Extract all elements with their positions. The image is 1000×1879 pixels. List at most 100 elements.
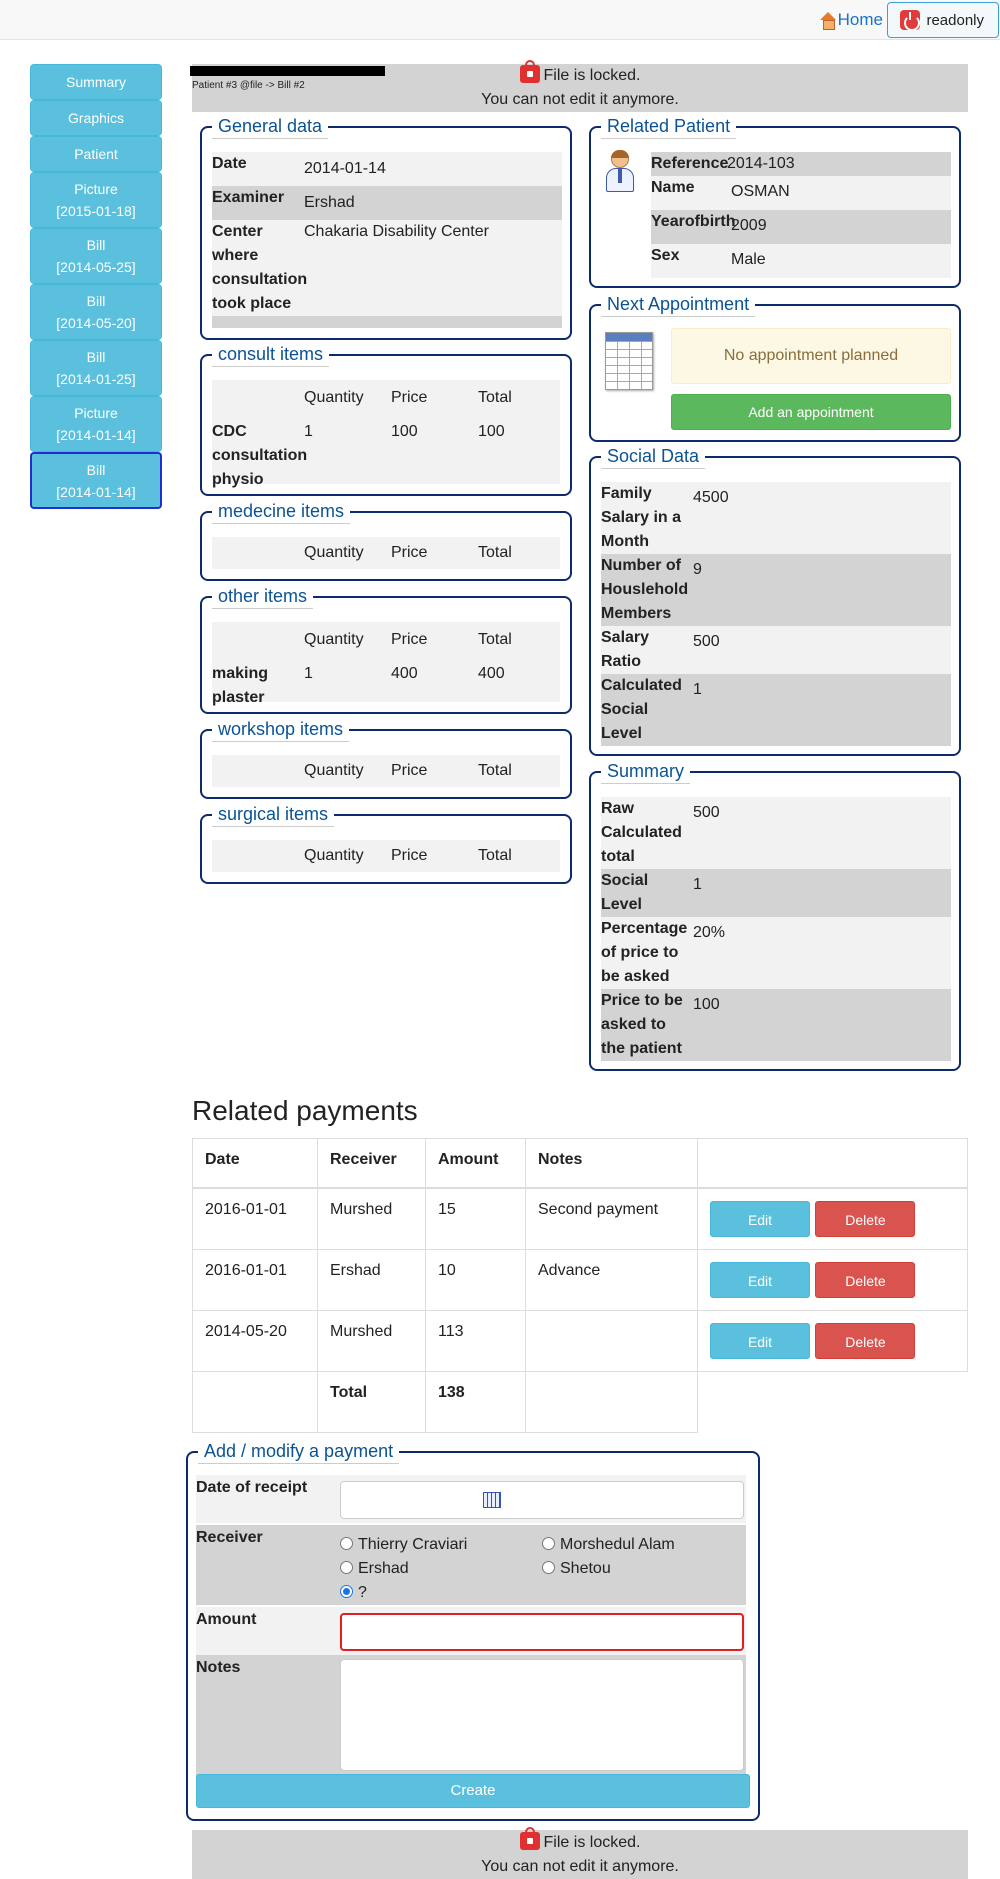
consult-items-table: Quantity Price Total CDC consultation phys… xyxy=(212,380,560,488)
receiver-label: Receiver xyxy=(196,1529,263,1546)
radio-button[interactable] xyxy=(340,1537,353,1550)
radio-button[interactable] xyxy=(340,1561,353,1574)
nav-label: Picture xyxy=(74,405,118,421)
social-row: Family Salary in a Month 4500 xyxy=(601,482,951,554)
items-header: Quantity Price Total xyxy=(212,622,560,652)
radio-button[interactable] xyxy=(542,1537,555,1550)
summary-label: Raw Calculated total xyxy=(601,800,682,865)
receiver-option-morshedul[interactable]: Morshedul Alam xyxy=(542,1533,744,1557)
edit-button[interactable]: Edit xyxy=(710,1261,810,1298)
price-header: Price xyxy=(391,762,428,779)
nav-bill-2014-05-25[interactable]: Bill [2014-05-25] xyxy=(30,228,162,284)
receiver-option-unknown[interactable]: ? xyxy=(340,1581,542,1605)
name-label: Name xyxy=(651,179,695,196)
locked-banner-bottom: File is locked. You can not edit it anym… xyxy=(192,1827,968,1879)
center-label: Center where consultation took place xyxy=(212,223,308,312)
delete-button[interactable]: Delete xyxy=(815,1200,916,1237)
edit-button[interactable]: Edit xyxy=(710,1200,810,1237)
notes-textarea[interactable] xyxy=(340,1659,744,1771)
items-header: Quantity Price Total xyxy=(212,537,560,565)
sex-value: Male xyxy=(731,251,766,268)
yearofbirth-label: Yearofbirth xyxy=(651,213,736,230)
no-appointment-alert: No appointment planned xyxy=(671,328,951,384)
nav-picture-2015-01-18[interactable]: Picture [2015-01-18] xyxy=(30,172,162,228)
summary-title: Summary xyxy=(601,759,691,784)
nav-label: Patient xyxy=(74,146,118,162)
price-header: Price xyxy=(391,389,428,406)
social-data-title: Social Data xyxy=(601,444,706,469)
delete-button[interactable]: Delete xyxy=(815,1261,916,1298)
nav-date: [2014-05-20] xyxy=(56,315,136,331)
nav-summary[interactable]: Summary xyxy=(30,64,162,100)
home-link[interactable]: Home xyxy=(819,10,883,30)
surgical-items-panel: surgical items Quantity Price Total xyxy=(200,802,572,884)
total-empty-cell xyxy=(525,1370,698,1433)
nav-bill-2014-01-14[interactable]: Bill [2014-01-14] xyxy=(30,452,162,509)
summary-row: Price to be asked to the patient 100 xyxy=(601,989,951,1061)
create-button[interactable]: Create xyxy=(196,1774,750,1808)
date-of-receipt-input[interactable] xyxy=(340,1481,744,1519)
related-payments-title: Related payments xyxy=(192,1095,418,1126)
social-label: Calculated Social Level xyxy=(601,677,682,742)
receiver-option-thierry[interactable]: Thierry Craviari xyxy=(340,1533,542,1557)
nav-date: [2014-01-14] xyxy=(56,427,136,443)
general-data-panel: General data Date 2014-01-14 Examiner Er… xyxy=(200,114,572,340)
add-payment-title: Add / modify a payment xyxy=(198,1439,400,1464)
nav-label: Bill xyxy=(86,293,106,309)
delete-button[interactable]: Delete xyxy=(815,1322,916,1359)
calendar-icon[interactable] xyxy=(483,1492,501,1508)
locked-message: You can not edit it anymore. xyxy=(481,91,679,108)
social-row: Calculated Social Level 1 xyxy=(601,674,951,746)
other-items-title: other items xyxy=(212,584,314,609)
medecine-items-table: Quantity Price Total xyxy=(212,537,560,569)
payment-date: 2014-05-20 xyxy=(192,1309,318,1372)
quantity-header: Quantity xyxy=(304,847,364,864)
other-item-row: making plaster 1 400 400 xyxy=(212,652,560,710)
payment-actions: Edit Delete xyxy=(697,1248,968,1311)
quantity-header: Quantity xyxy=(304,631,364,648)
total-empty-cell xyxy=(192,1370,318,1433)
receiver-option-shetou[interactable]: Shetou xyxy=(542,1557,744,1581)
summary-row: Social Level 1 xyxy=(601,869,951,917)
nav-picture-2014-01-14[interactable]: Picture [2014-01-14] xyxy=(30,396,162,452)
social-value: 1 xyxy=(693,681,702,698)
radio-button-checked[interactable] xyxy=(340,1585,353,1598)
receiver-option-ershad[interactable]: Ershad xyxy=(340,1557,542,1581)
amount-label: Amount xyxy=(196,1611,257,1628)
total-header: Total xyxy=(478,847,512,864)
readonly-button[interactable]: readonly xyxy=(887,2,999,38)
examiner-value: Ershad xyxy=(304,194,355,211)
surgical-items-title: surgical items xyxy=(212,802,335,827)
radio-button[interactable] xyxy=(542,1561,555,1574)
surgical-items-table: Quantity Price Total xyxy=(212,840,560,872)
nav-patient[interactable]: Patient xyxy=(30,136,162,172)
price-header: Price xyxy=(391,631,428,648)
add-payment-panel: Add / modify a payment Date of receipt R… xyxy=(186,1439,760,1821)
item-total: 400 xyxy=(478,665,505,682)
items-header: Quantity Price Total xyxy=(212,380,560,410)
item-price: 100 xyxy=(391,423,418,440)
general-empty-row xyxy=(212,316,562,328)
edit-button[interactable]: Edit xyxy=(710,1322,810,1359)
item-name: CDC consultation physio xyxy=(212,423,308,488)
date-label: Date xyxy=(212,155,247,172)
item-quantity: 1 xyxy=(304,423,313,440)
payment-receiver: Murshed xyxy=(317,1309,426,1372)
add-appointment-button[interactable]: Add an appointment xyxy=(671,394,951,430)
nav-bill-2014-05-20[interactable]: Bill [2014-05-20] xyxy=(30,284,162,340)
amount-input[interactable] xyxy=(340,1613,744,1651)
examiner-label: Examiner xyxy=(212,189,285,206)
nav-date: [2014-05-25] xyxy=(56,259,136,275)
date-header: Date xyxy=(192,1138,318,1189)
total-header: Total xyxy=(478,389,512,406)
social-value: 4500 xyxy=(693,489,729,506)
social-row: Number of Houslehold Members 9 xyxy=(601,554,951,626)
notes-label: Notes xyxy=(196,1659,241,1676)
other-items-table: Quantity Price Total making plaster 1 400 400 xyxy=(212,622,560,706)
summary-value: 500 xyxy=(693,804,720,821)
receiver-option-label: Ershad xyxy=(358,1560,409,1577)
nav-graphics[interactable]: Graphics xyxy=(30,100,162,136)
item-quantity: 1 xyxy=(304,665,313,682)
payments-total-row: Total 138 xyxy=(192,1370,968,1433)
nav-bill-2014-01-25[interactable]: Bill [2014-01-25] xyxy=(30,340,162,396)
